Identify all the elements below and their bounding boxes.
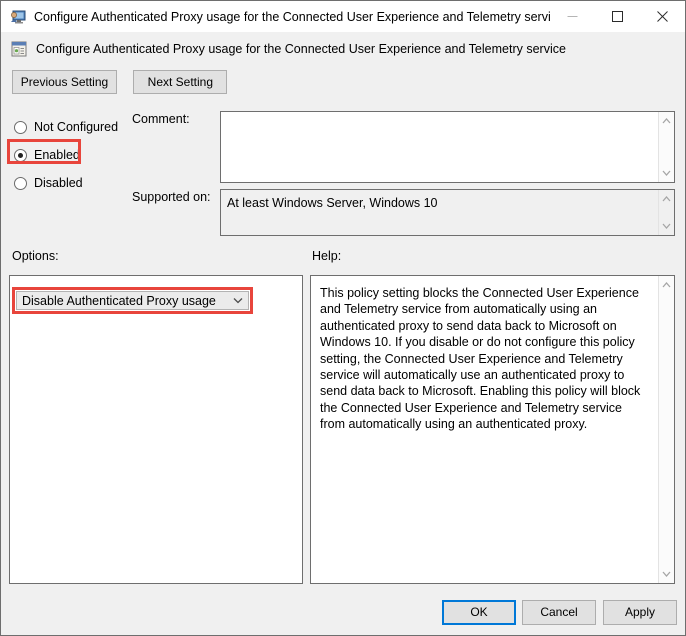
setting-header: Configure Authenticated Proxy usage for …	[1, 33, 685, 64]
supported-on-scrollbar[interactable]	[658, 190, 674, 235]
scroll-up-icon[interactable]	[659, 115, 675, 127]
group-policy-setting-dialog: Configure Authenticated Proxy usage for …	[0, 0, 686, 636]
group-policy-setting-icon	[10, 40, 28, 58]
scroll-up-icon[interactable]	[659, 279, 675, 291]
radio-not-configured[interactable]: Not Configured	[12, 113, 132, 141]
options-pane	[9, 275, 303, 584]
radio-indicator-enabled	[14, 149, 27, 162]
minimize-button[interactable]	[550, 1, 595, 32]
dropdown-selected-value: Disable Authenticated Proxy usage	[17, 294, 228, 308]
radio-label-disabled: Disabled	[34, 176, 83, 190]
help-text: This policy setting blocks the Connected…	[311, 276, 658, 583]
comment-field[interactable]	[220, 111, 675, 183]
radio-disabled[interactable]: Disabled	[12, 169, 132, 197]
policy-state-radio-group: Not Configured Enabled Disabled	[12, 113, 132, 197]
radio-label-enabled: Enabled	[34, 148, 80, 162]
comment-label: Comment:	[132, 112, 190, 126]
scroll-down-icon[interactable]	[659, 568, 675, 580]
close-button[interactable]	[640, 1, 685, 32]
authenticated-proxy-dropdown[interactable]: Disable Authenticated Proxy usage	[16, 291, 249, 310]
supported-on-field: At least Windows Server, Windows 10	[220, 189, 675, 236]
next-setting-button[interactable]: Next Setting	[133, 70, 227, 94]
maximize-button[interactable]	[595, 1, 640, 32]
radio-indicator-disabled	[14, 177, 27, 190]
scroll-down-icon[interactable]	[659, 220, 675, 232]
radio-enabled[interactable]: Enabled	[12, 141, 132, 169]
scroll-up-icon[interactable]	[659, 193, 675, 205]
comment-value[interactable]	[221, 112, 658, 182]
window-title: Configure Authenticated Proxy usage for …	[34, 10, 550, 24]
help-pane: This policy setting blocks the Connected…	[310, 275, 675, 584]
scroll-down-icon[interactable]	[659, 167, 675, 179]
supported-on-label: Supported on:	[132, 190, 211, 204]
radio-indicator-not-configured	[14, 121, 27, 134]
apply-button[interactable]: Apply	[603, 600, 677, 625]
supported-on-value: At least Windows Server, Windows 10	[221, 190, 658, 235]
title-bar: Configure Authenticated Proxy usage for …	[1, 1, 685, 32]
help-scrollbar[interactable]	[658, 276, 674, 583]
chevron-down-icon[interactable]	[228, 292, 248, 309]
comment-scrollbar[interactable]	[658, 112, 674, 182]
navigation-buttons: Previous Setting Next Setting	[12, 70, 227, 94]
help-label: Help:	[312, 249, 341, 263]
policy-computer-icon	[10, 9, 26, 25]
radio-label-not-configured: Not Configured	[34, 120, 118, 134]
cancel-button[interactable]: Cancel	[522, 600, 596, 625]
options-label: Options:	[12, 249, 59, 263]
ok-button[interactable]: OK	[442, 600, 516, 625]
window-controls	[550, 1, 685, 32]
previous-setting-button[interactable]: Previous Setting	[12, 70, 117, 94]
dialog-footer: OK Cancel Apply	[1, 597, 685, 635]
setting-title: Configure Authenticated Proxy usage for …	[36, 42, 566, 56]
